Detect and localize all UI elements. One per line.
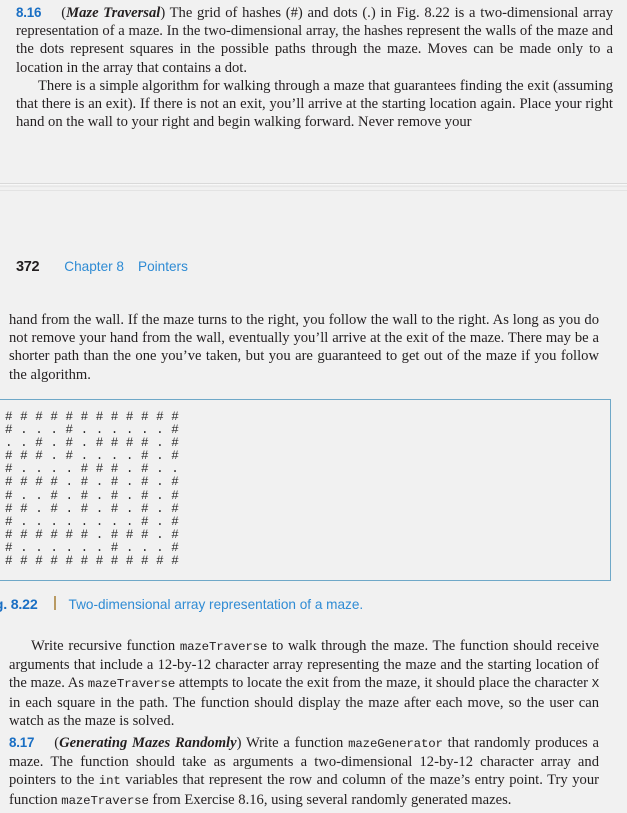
- caption-divider-rule: [53, 596, 56, 610]
- figure-822-maze-box: # # # # # # # # # # # # # . . . # . . . .…: [0, 399, 611, 581]
- exercise-816-paragraph-2-continued: hand from the wall. If the maze turns to…: [9, 312, 599, 383]
- page-break-divider: [0, 183, 627, 197]
- maze-row: # # # # # # # # # # # #: [5, 554, 179, 569]
- divider-band: [0, 184, 627, 188]
- continued-paragraph-block: hand from the wall. If the maze turns to…: [9, 311, 599, 384]
- exercise-816-title: Maze Traversal: [66, 5, 161, 21]
- maze-row: # # # # . # . # . # . #: [5, 475, 179, 490]
- exercise-816-body-2: There is a simple algorithm for walking …: [16, 77, 613, 131]
- p3-text-1: Write recursive function: [31, 638, 180, 654]
- code-mazetraverse-3: mazeTraverse: [61, 793, 149, 808]
- maze-grid: # # # # # # # # # # # # # . . . # . . . .…: [5, 410, 179, 569]
- exercise-816-number: 8.16: [16, 5, 42, 20]
- code-mazetraverse-2: mazeTraverse: [87, 677, 176, 692]
- code-mazegenerator: mazeGenerator: [348, 737, 443, 751]
- exercise-817-paragraph: 8.17 (Generating Mazes Randomly) Write a …: [9, 734, 599, 810]
- p817-text-1: ) Write a function: [236, 735, 349, 751]
- code-int: int: [98, 774, 121, 789]
- maze-row: # # # # # # . # # # . #: [5, 527, 179, 542]
- figure-label: ig. 8.22: [0, 597, 38, 613]
- p3-text-4: in each square in the path. The function…: [9, 694, 599, 729]
- running-head-title: Pointers: [138, 259, 188, 274]
- figure-caption-text: Two-dimensional array representation of …: [68, 597, 364, 612]
- page-number: 372: [16, 259, 40, 275]
- exercise-817-title: Generating Mazes Randomly: [59, 735, 237, 751]
- code-x: X: [591, 677, 599, 692]
- maze-row: # # . # . # . # . # . #: [5, 501, 179, 516]
- exercise-817-number: 8.17: [9, 735, 35, 750]
- maze-row: # . . . . . . . . # . #: [5, 514, 179, 529]
- running-head-chapter: Chapter 8: [64, 259, 124, 274]
- maze-row: # . . # . # . # . # . #: [5, 488, 179, 503]
- p817-text-4: from Exercise 8.16, using several random…: [148, 791, 512, 808]
- exercise-817-block: 8.17 (Generating Mazes Randomly) Write a …: [9, 734, 599, 810]
- exercise-816-paragraph-3: Write recursive function mazeTraverse to…: [9, 637, 599, 730]
- exercise-816-paragraph-1: 8.16 (Maze Traversal) The grid of hashes …: [16, 4, 613, 77]
- exercise-816-paragraph-2: There is a simple algorithm for walking …: [16, 77, 613, 132]
- exercise-816-block: 8.16 (Maze Traversal) The grid of hashes …: [16, 4, 613, 131]
- code-mazetraverse-1: mazeTraverse: [179, 640, 268, 654]
- exercise-816-paragraph-3-block: Write recursive function mazeTraverse to…: [9, 637, 599, 730]
- p3-text-3: attempts to locate the exit from the maz…: [175, 675, 592, 692]
- figure-822-caption: ig. 8.22 Two-dimensional array represent…: [0, 595, 363, 613]
- divider-bottom-edge: [0, 190, 627, 191]
- running-head: 372 Chapter 8 Pointers: [16, 259, 188, 279]
